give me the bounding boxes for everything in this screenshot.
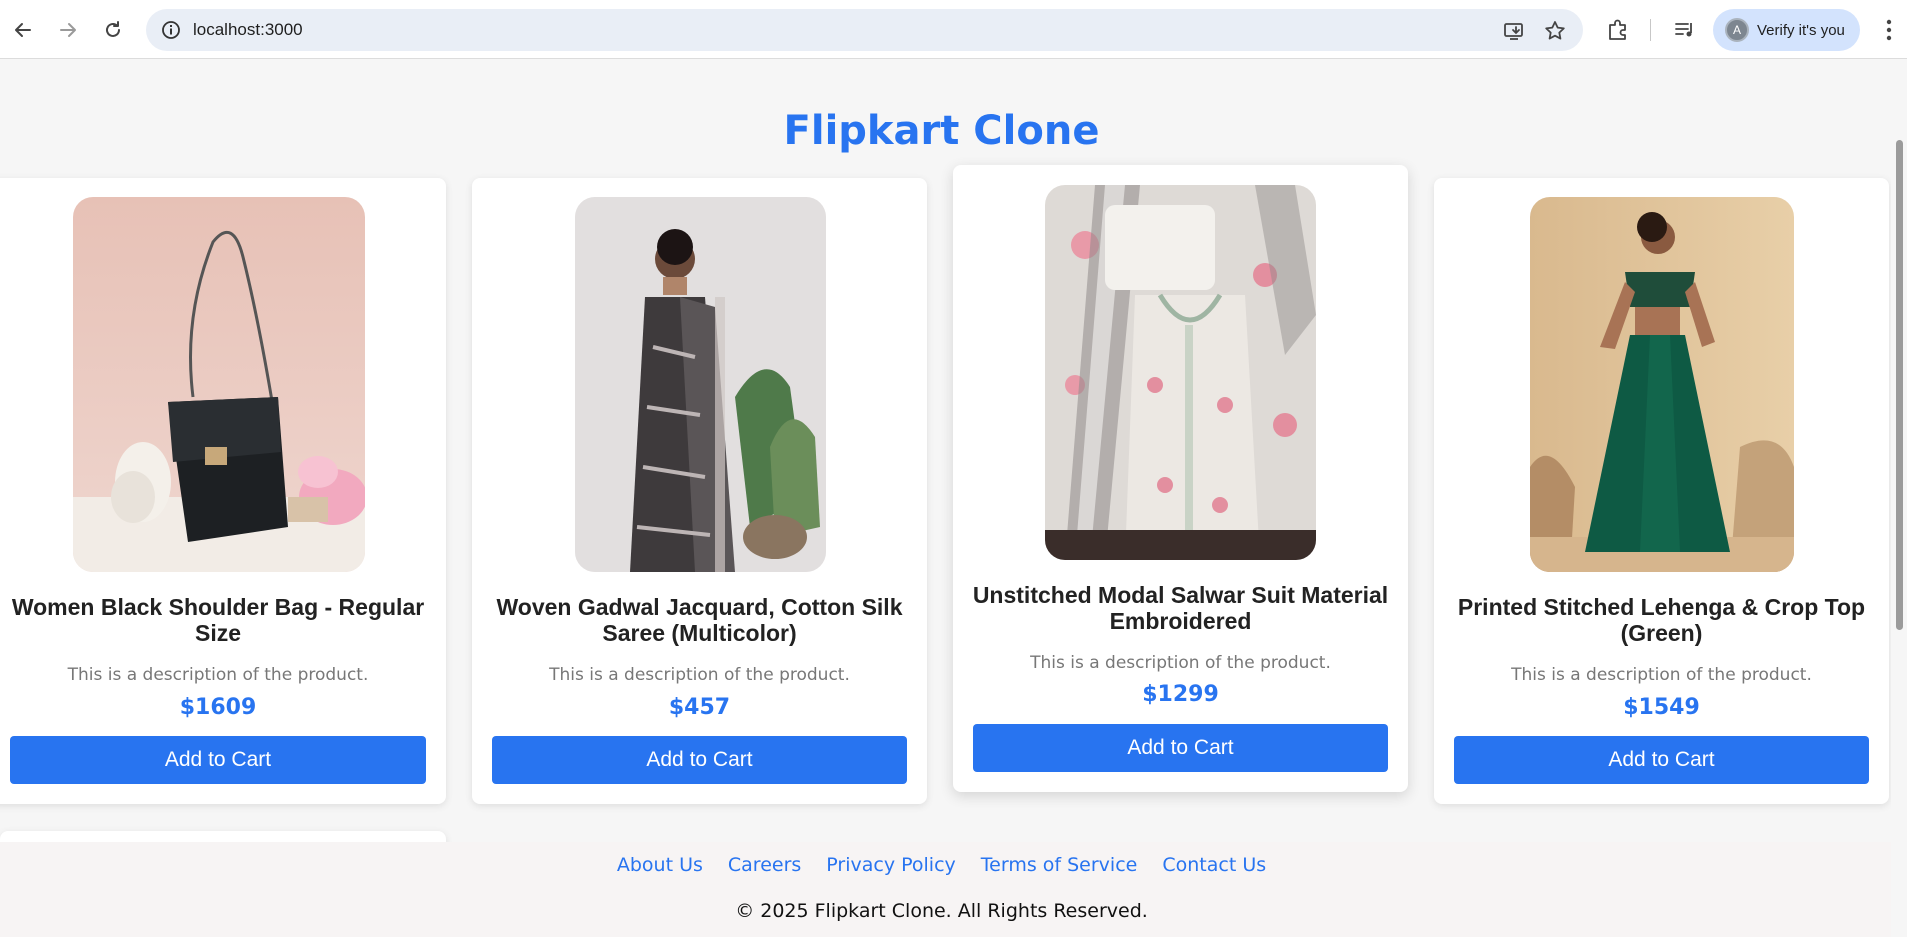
- toolbar-separator: [1650, 19, 1651, 41]
- add-to-cart-button[interactable]: Add to Cart: [492, 736, 907, 784]
- product-price: $1609: [179, 695, 257, 720]
- back-button[interactable]: [6, 13, 40, 47]
- product-image[interactable]: [73, 197, 365, 572]
- product-card[interactable]: Women Black Shoulder Bag - Regular Size …: [0, 178, 446, 804]
- product-description: This is a description of the product.: [67, 665, 369, 685]
- footer-link-careers[interactable]: Careers: [728, 854, 801, 876]
- product-description: This is a description of the product.: [1030, 653, 1331, 673]
- page-title: Flipkart Clone: [783, 108, 1100, 154]
- add-to-cart-button[interactable]: Add to Cart: [973, 724, 1388, 772]
- product-name: Unstitched Modal Salwar Suit Material Em…: [972, 582, 1389, 634]
- add-to-cart-button[interactable]: Add to Cart: [10, 736, 426, 784]
- reload-icon: [106, 21, 120, 37]
- product-card[interactable]: Unstitched Modal Salwar Suit Material Em…: [953, 165, 1408, 792]
- product-name: Woven Gadwal Jacquard, Cotton Silk Saree…: [496, 594, 903, 646]
- extensions-icon[interactable]: [1605, 17, 1631, 43]
- footer-link-about-us[interactable]: About Us: [617, 854, 703, 876]
- product-description: This is a description of the product.: [549, 665, 850, 685]
- media-controls-icon[interactable]: [1672, 17, 1698, 43]
- browser-toolbar: localhost:3000 A Verify it's you: [0, 0, 1907, 59]
- bookmark-star-icon[interactable]: [1543, 19, 1567, 43]
- product-price: $457: [668, 695, 731, 720]
- product-price: $1299: [1142, 682, 1219, 707]
- footer-copyright: © 2025 Flipkart Clone. All Rights Reserv…: [735, 900, 1148, 922]
- product-image[interactable]: [575, 197, 826, 572]
- footer-link-privacy-policy[interactable]: Privacy Policy: [826, 854, 955, 876]
- product-card[interactable]: Printed Stitched Lehenga & Crop Top (Gre…: [1434, 178, 1889, 804]
- product-image[interactable]: [1530, 197, 1794, 572]
- footer: About Us Careers Privacy Policy Terms of…: [0, 842, 1891, 937]
- url-text[interactable]: localhost:3000: [193, 20, 303, 40]
- address-bar[interactable]: localhost:3000: [146, 9, 1583, 51]
- product-card[interactable]: Woven Gadwal Jacquard, Cotton Silk Saree…: [472, 178, 927, 804]
- add-to-cart-button[interactable]: Add to Cart: [1454, 736, 1869, 784]
- product-description: This is a description of the product.: [1511, 665, 1812, 685]
- site-info-icon[interactable]: [160, 19, 182, 41]
- product-name: Printed Stitched Lehenga & Crop Top (Gre…: [1457, 594, 1866, 646]
- footer-link-terms-of-service[interactable]: Terms of Service: [981, 854, 1138, 876]
- footer-link-contact-us[interactable]: Contact Us: [1162, 854, 1266, 876]
- forward-icon: [60, 23, 76, 37]
- menu-icon[interactable]: [1879, 16, 1899, 44]
- reload-button[interactable]: [96, 13, 130, 47]
- page-scrollbar-thumb[interactable]: [1896, 140, 1903, 630]
- product-image[interactable]: [1045, 185, 1316, 560]
- product-name: Women Black Shoulder Bag - Regular Size: [11, 594, 425, 646]
- product-price: $1549: [1623, 695, 1700, 720]
- verify-profile-button[interactable]: A Verify it's you: [1713, 9, 1860, 51]
- back-icon: [15, 23, 31, 37]
- verify-label: Verify it's you: [1757, 21, 1845, 39]
- forward-button[interactable]: [51, 13, 85, 47]
- footer-links: About Us Careers Privacy Policy Terms of…: [0, 854, 1883, 876]
- avatar: A: [1725, 18, 1749, 42]
- install-app-icon[interactable]: [1502, 19, 1526, 43]
